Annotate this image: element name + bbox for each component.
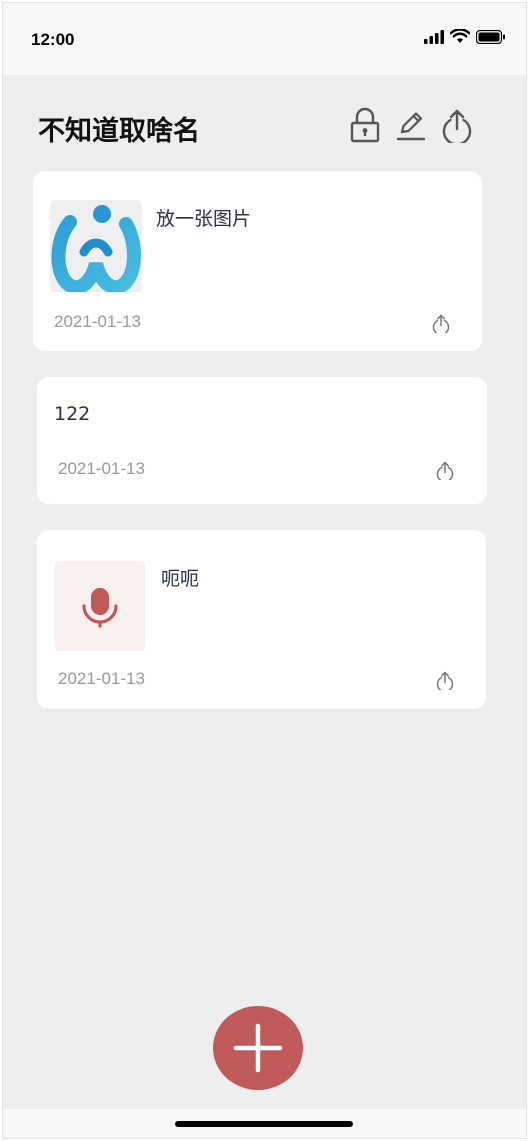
note-title: 122 bbox=[54, 403, 91, 425]
note-title: 呃呃 bbox=[161, 568, 200, 590]
share-icon[interactable] bbox=[435, 670, 455, 690]
phone-screen: 12:00 不知道取啥名 放一张图片 2021-01-13 122 2021-0… bbox=[3, 3, 526, 1138]
note-date: 2021-01-13 bbox=[58, 669, 145, 688]
share-icon[interactable] bbox=[435, 460, 455, 480]
plus-icon bbox=[233, 1023, 283, 1073]
microphone-icon bbox=[82, 588, 118, 628]
note-card[interactable]: 放一张图片 2021-01-13 bbox=[33, 171, 482, 351]
note-date: 2021-01-13 bbox=[58, 459, 145, 478]
note-thumbnail bbox=[50, 200, 142, 295]
note-date: 2021-01-13 bbox=[54, 312, 141, 331]
share-icon[interactable] bbox=[431, 313, 451, 333]
page-title: 不知道取啥名 bbox=[38, 116, 200, 147]
note-thumbnail bbox=[55, 561, 145, 651]
signal-icon bbox=[424, 29, 444, 44]
note-title: 放一张图片 bbox=[156, 208, 252, 230]
home-indicator[interactable] bbox=[175, 1121, 353, 1127]
battery-icon bbox=[476, 29, 505, 44]
share-icon[interactable] bbox=[440, 107, 474, 143]
note-card[interactable]: 呃呃 2021-01-13 bbox=[37, 530, 486, 709]
edit-icon[interactable] bbox=[394, 107, 428, 143]
note-card[interactable]: 122 2021-01-13 bbox=[37, 377, 487, 504]
status-time: 12:00 bbox=[31, 30, 75, 49]
status-icons bbox=[424, 29, 506, 44]
add-note-button[interactable] bbox=[213, 1006, 303, 1090]
status-bar: 12:00 bbox=[3, 3, 526, 75]
home-indicator-area bbox=[3, 1109, 526, 1138]
wifi-icon bbox=[450, 29, 470, 43]
app-logo-image bbox=[51, 205, 141, 295]
lock-icon[interactable] bbox=[348, 107, 382, 143]
